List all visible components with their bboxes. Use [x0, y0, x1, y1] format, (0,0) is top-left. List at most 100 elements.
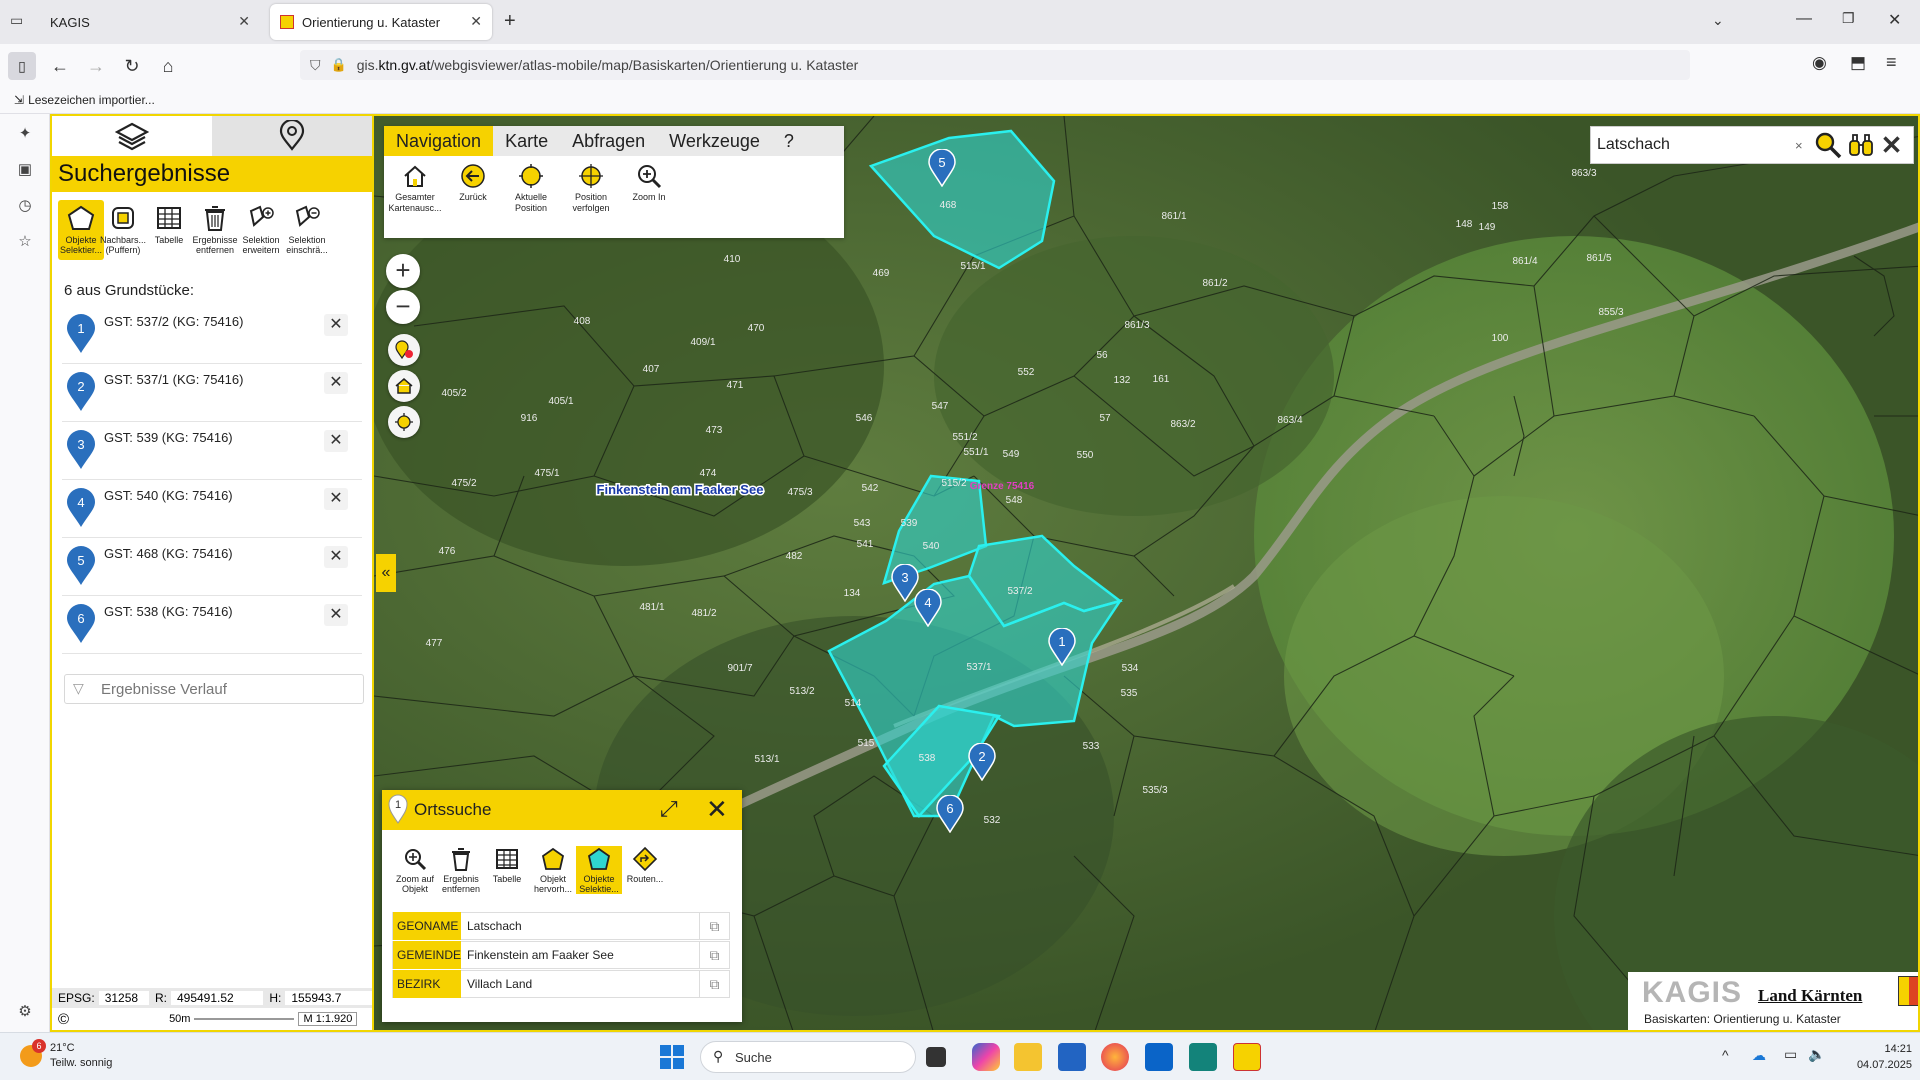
- ai-sparkle-icon[interactable]: ✦: [13, 122, 37, 146]
- store-icon[interactable]: [1058, 1043, 1086, 1071]
- restore-icon[interactable]: ❐: [1842, 10, 1855, 27]
- tab-help[interactable]: ?: [772, 126, 806, 156]
- tab-list-icon[interactable]: ▭: [10, 12, 30, 32]
- copyright-icon[interactable]: ©: [58, 1011, 69, 1028]
- weather-widget[interactable]: 6 21°C Teilw. sonnig: [18, 1039, 158, 1075]
- tab-werkzeuge[interactable]: Werkzeuge: [657, 126, 772, 156]
- tab-karte[interactable]: Karte: [493, 126, 560, 156]
- result-item[interactable]: 2 GST: 537/1 (KG: 75416) ✕: [62, 364, 362, 422]
- remove-results-button[interactable]: Ergebnisse entfernen: [192, 200, 238, 260]
- copy-icon[interactable]: ⧉: [699, 942, 729, 968]
- remove-result-icon[interactable]: ✕: [324, 314, 348, 336]
- tab-abfragen[interactable]: Abfragen: [560, 126, 657, 156]
- sidebar-toggle-icon[interactable]: ▯: [8, 52, 36, 80]
- layers-tab[interactable]: [52, 116, 212, 156]
- extensions-icon[interactable]: ⬒: [1850, 53, 1866, 73]
- clock[interactable]: 14:21 04.07.2025: [1852, 1041, 1912, 1073]
- tray-chevron-icon[interactable]: ^: [1722, 1047, 1729, 1063]
- remove-result-icon[interactable]: ✕: [324, 372, 348, 394]
- remove-result-icon[interactable]: ✕: [324, 604, 348, 626]
- zoom-out-minus-button[interactable]: −: [386, 290, 420, 324]
- buffer-button[interactable]: Nachbars... (Puffern): [100, 200, 146, 260]
- account-icon[interactable]: ◉: [1812, 53, 1827, 73]
- window-close-icon[interactable]: ✕: [1888, 10, 1901, 30]
- locate-button[interactable]: [388, 406, 420, 438]
- expand-icon[interactable]: ⤢: [660, 796, 678, 822]
- result-item[interactable]: 6 GST: 538 (KG: 75416) ✕: [62, 596, 362, 654]
- binoculars-icon[interactable]: [1847, 131, 1875, 159]
- file-explorer-icon[interactable]: [1014, 1043, 1042, 1071]
- back-button[interactable]: Zurück: [442, 160, 504, 203]
- highlight-object-button[interactable]: Objekt hervorh...: [530, 846, 576, 894]
- marker-tool-button[interactable]: [388, 334, 420, 366]
- minimize-icon[interactable]: —: [1796, 10, 1812, 28]
- bookmarks-icon[interactable]: ☆: [13, 230, 37, 254]
- zoom-in-plus-button[interactable]: +: [386, 254, 420, 288]
- table-button[interactable]: Tabelle: [146, 200, 192, 260]
- remove-result-icon[interactable]: ✕: [324, 488, 348, 510]
- copy-icon[interactable]: ⧉: [699, 913, 729, 939]
- shield-icon[interactable]: ⛉: [310, 57, 321, 74]
- results-history-dropdown[interactable]: ▽ Ergebnisse Verlauf: [64, 674, 364, 704]
- remove-result-icon[interactable]: ✕: [324, 430, 348, 452]
- remove-result-button[interactable]: Ergebnis entfernen: [438, 846, 484, 894]
- close-search-icon[interactable]: ✕: [1881, 130, 1903, 161]
- search-input[interactable]: [1591, 129, 1791, 161]
- tool-label: Objekte Selektier...: [59, 235, 103, 255]
- volume-icon[interactable]: 🔈: [1808, 1046, 1825, 1063]
- current-position-button[interactable]: Aktuelle Position: [500, 160, 562, 214]
- back-arrow-icon[interactable]: ←: [46, 52, 74, 80]
- onedrive-icon[interactable]: ☁: [1752, 1047, 1766, 1064]
- tab-kagis[interactable]: KAGIS ✕: [40, 4, 260, 40]
- zoom-in-button[interactable]: Zoom In: [618, 160, 680, 203]
- result-item[interactable]: 1 GST: 537/2 (KG: 75416) ✕: [62, 306, 362, 364]
- bookmark-import-link[interactable]: Lesezeichen importier...: [28, 93, 155, 107]
- remove-result-icon[interactable]: ✕: [324, 546, 348, 568]
- copy-icon[interactable]: ⧉: [699, 971, 729, 997]
- result-item[interactable]: 3 GST: 539 (KG: 75416) ✕: [62, 422, 362, 480]
- full-extent-button[interactable]: Gesamter Kartenausc...: [384, 160, 446, 214]
- synced-tabs-icon[interactable]: ▣: [13, 158, 37, 182]
- close-tab-icon[interactable]: ✕: [238, 13, 250, 30]
- extend-selection-button[interactable]: Selektion erweitern: [238, 200, 284, 260]
- zoom-to-object-button[interactable]: Zoom auf Objekt: [392, 846, 438, 894]
- restrict-selection-button[interactable]: Selektion einschrä...: [284, 200, 330, 260]
- result-item[interactable]: 4 GST: 540 (KG: 75416) ✕: [62, 480, 362, 538]
- outlook-icon[interactable]: [1145, 1043, 1173, 1071]
- result-item[interactable]: 5 GST: 468 (KG: 75416) ✕: [62, 538, 362, 596]
- forward-arrow-icon[interactable]: →: [82, 52, 110, 80]
- svg-text:407: 407: [643, 364, 660, 375]
- close-tab-icon[interactable]: ✕: [470, 13, 482, 30]
- copilot-icon[interactable]: [972, 1043, 1000, 1071]
- task-view-icon[interactable]: [926, 1047, 946, 1067]
- track-position-button[interactable]: Position verfolgen: [560, 160, 622, 214]
- tab-orientierung[interactable]: Orientierung u. Kataster ✕: [270, 4, 492, 40]
- sidebar-settings-icon[interactable]: ⚙: [13, 1000, 37, 1024]
- home-icon[interactable]: ⌂: [154, 52, 182, 80]
- network-icon[interactable]: ▭: [1784, 1046, 1797, 1063]
- select-objects-button[interactable]: Objekte Selektier...: [58, 200, 104, 260]
- tab-overflow-chevron-icon[interactable]: ⌄: [1712, 12, 1724, 29]
- tab-navigation[interactable]: Navigation: [384, 126, 494, 156]
- lock-icon[interactable]: 🔒: [331, 57, 347, 73]
- clear-search-icon[interactable]: ×: [1795, 138, 1803, 153]
- kagis-app-icon[interactable]: [1233, 1043, 1261, 1071]
- close-popup-icon[interactable]: ✕: [706, 794, 728, 825]
- search-results-panel: Suchergebnisse Objekte Selektier... Nach…: [52, 116, 374, 1030]
- table-button[interactable]: Tabelle: [484, 846, 530, 884]
- firefox-icon[interactable]: [1101, 1043, 1129, 1071]
- route-button[interactable]: Routen...: [622, 846, 668, 884]
- start-windows-icon[interactable]: [660, 1045, 684, 1069]
- history-icon[interactable]: ◷: [13, 194, 37, 218]
- reload-icon[interactable]: ↻: [118, 52, 146, 80]
- collapse-panel-button[interactable]: «: [376, 554, 396, 592]
- app-teal-icon[interactable]: [1189, 1043, 1217, 1071]
- home-extent-button[interactable]: [388, 370, 420, 402]
- places-tab[interactable]: [212, 116, 372, 156]
- url-bar[interactable]: ⛉ 🔒 gis. ktn.gv.at/webgisviewer/atlas-mob…: [300, 50, 1690, 80]
- select-objects-button[interactable]: Objekte Selektie...: [576, 846, 622, 894]
- taskbar-search[interactable]: ⚲ Suche: [700, 1041, 916, 1073]
- new-tab-icon[interactable]: +: [504, 10, 516, 33]
- menu-icon[interactable]: ≡: [1886, 52, 1897, 73]
- search-icon[interactable]: [1813, 130, 1843, 160]
